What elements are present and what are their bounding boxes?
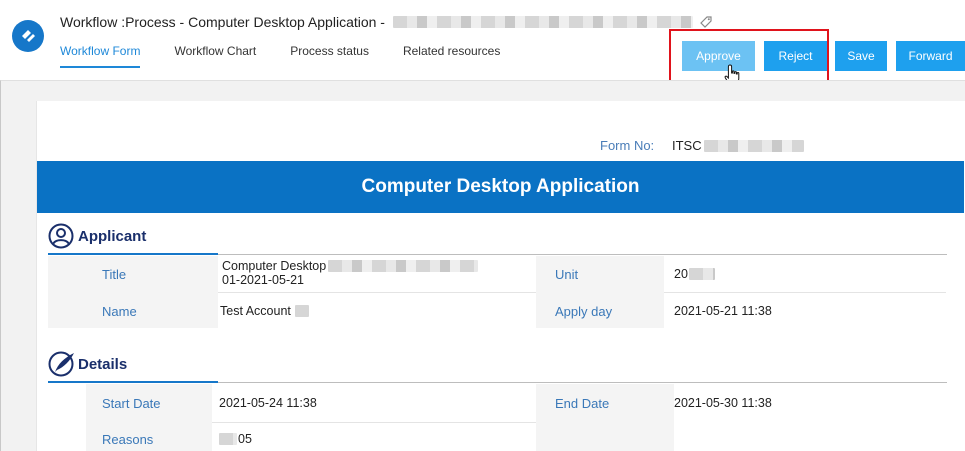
name-label: Name xyxy=(102,304,137,319)
redacted-title-value xyxy=(328,260,479,272)
workflow-title-row: Workflow :Process - Computer Desktop App… xyxy=(60,12,713,32)
redacted-unit xyxy=(688,268,715,280)
title-label: Title xyxy=(102,267,127,282)
end-date-value: 2021-05-30 11:38 xyxy=(674,396,772,410)
applicant-rule xyxy=(218,254,947,255)
applicant-row-sep xyxy=(218,292,536,293)
tag-icon[interactable] xyxy=(699,15,713,29)
details-col4-bg xyxy=(674,384,946,451)
name-value-text: Test Account xyxy=(220,304,291,318)
title-value-line1: Computer Desktop xyxy=(222,259,327,273)
end-date-label: End Date xyxy=(555,396,610,411)
user-circle-icon xyxy=(48,223,74,249)
redacted-reasons xyxy=(219,433,237,445)
title-value-line2: 01-2021-05-21 xyxy=(222,273,305,287)
apply-day-label: Apply day xyxy=(555,304,613,319)
redacted-form-no xyxy=(703,139,804,152)
details-underline xyxy=(48,381,218,383)
applicant-row-sep-2 xyxy=(664,292,946,293)
unit-label: Unit xyxy=(555,267,579,282)
redacted-title xyxy=(392,16,693,28)
tab-process-status[interactable]: Process status xyxy=(290,44,369,68)
tab-related-resources[interactable]: Related resources xyxy=(403,44,500,68)
details-section-header: Details xyxy=(48,351,127,377)
form-no-label: Form No: xyxy=(600,138,655,153)
details-col2-bg xyxy=(212,384,536,451)
quill-pen-icon xyxy=(48,351,74,377)
reasons-value-text: 05 xyxy=(238,432,252,446)
redacted-name xyxy=(294,305,309,317)
start-date-label: Start Date xyxy=(102,396,161,411)
workflow-title: Workflow :Process - Computer Desktop App… xyxy=(60,14,385,30)
forward-button[interactable]: Forward xyxy=(896,41,965,71)
title-value: Computer Desktop 01-2021-05-21 xyxy=(222,259,479,287)
reasons-value: 05 xyxy=(219,432,252,446)
tab-workflow-form[interactable]: Workflow Form xyxy=(60,44,141,68)
reasons-label: Reasons xyxy=(102,432,154,447)
name-value: Test Account xyxy=(220,304,309,318)
applicant-section-title: Applicant xyxy=(78,227,147,245)
form-banner: Computer Desktop Application xyxy=(37,161,964,213)
details-row-sep xyxy=(212,422,536,423)
apply-day-value: 2021-05-21 11:38 xyxy=(674,304,772,318)
details-section-title: Details xyxy=(78,355,128,373)
form-no-text: ITSC xyxy=(672,138,702,153)
unit-value-text: 20 xyxy=(674,267,688,281)
applicant-underline xyxy=(48,253,218,255)
details-rule xyxy=(218,382,947,383)
tab-bar: Workflow Form Workflow Chart Process sta… xyxy=(60,44,534,68)
app-header: Workflow :Process - Computer Desktop App… xyxy=(0,0,965,91)
app-logo-icon xyxy=(12,20,44,52)
tab-workflow-chart[interactable]: Workflow Chart xyxy=(174,44,256,68)
form-no-value: ITSC xyxy=(672,138,804,153)
save-button[interactable]: Save xyxy=(835,41,887,71)
start-date-value: 2021-05-24 11:38 xyxy=(219,396,317,410)
unit-value: 20 xyxy=(674,267,715,281)
applicant-section-header: Applicant xyxy=(48,223,146,249)
